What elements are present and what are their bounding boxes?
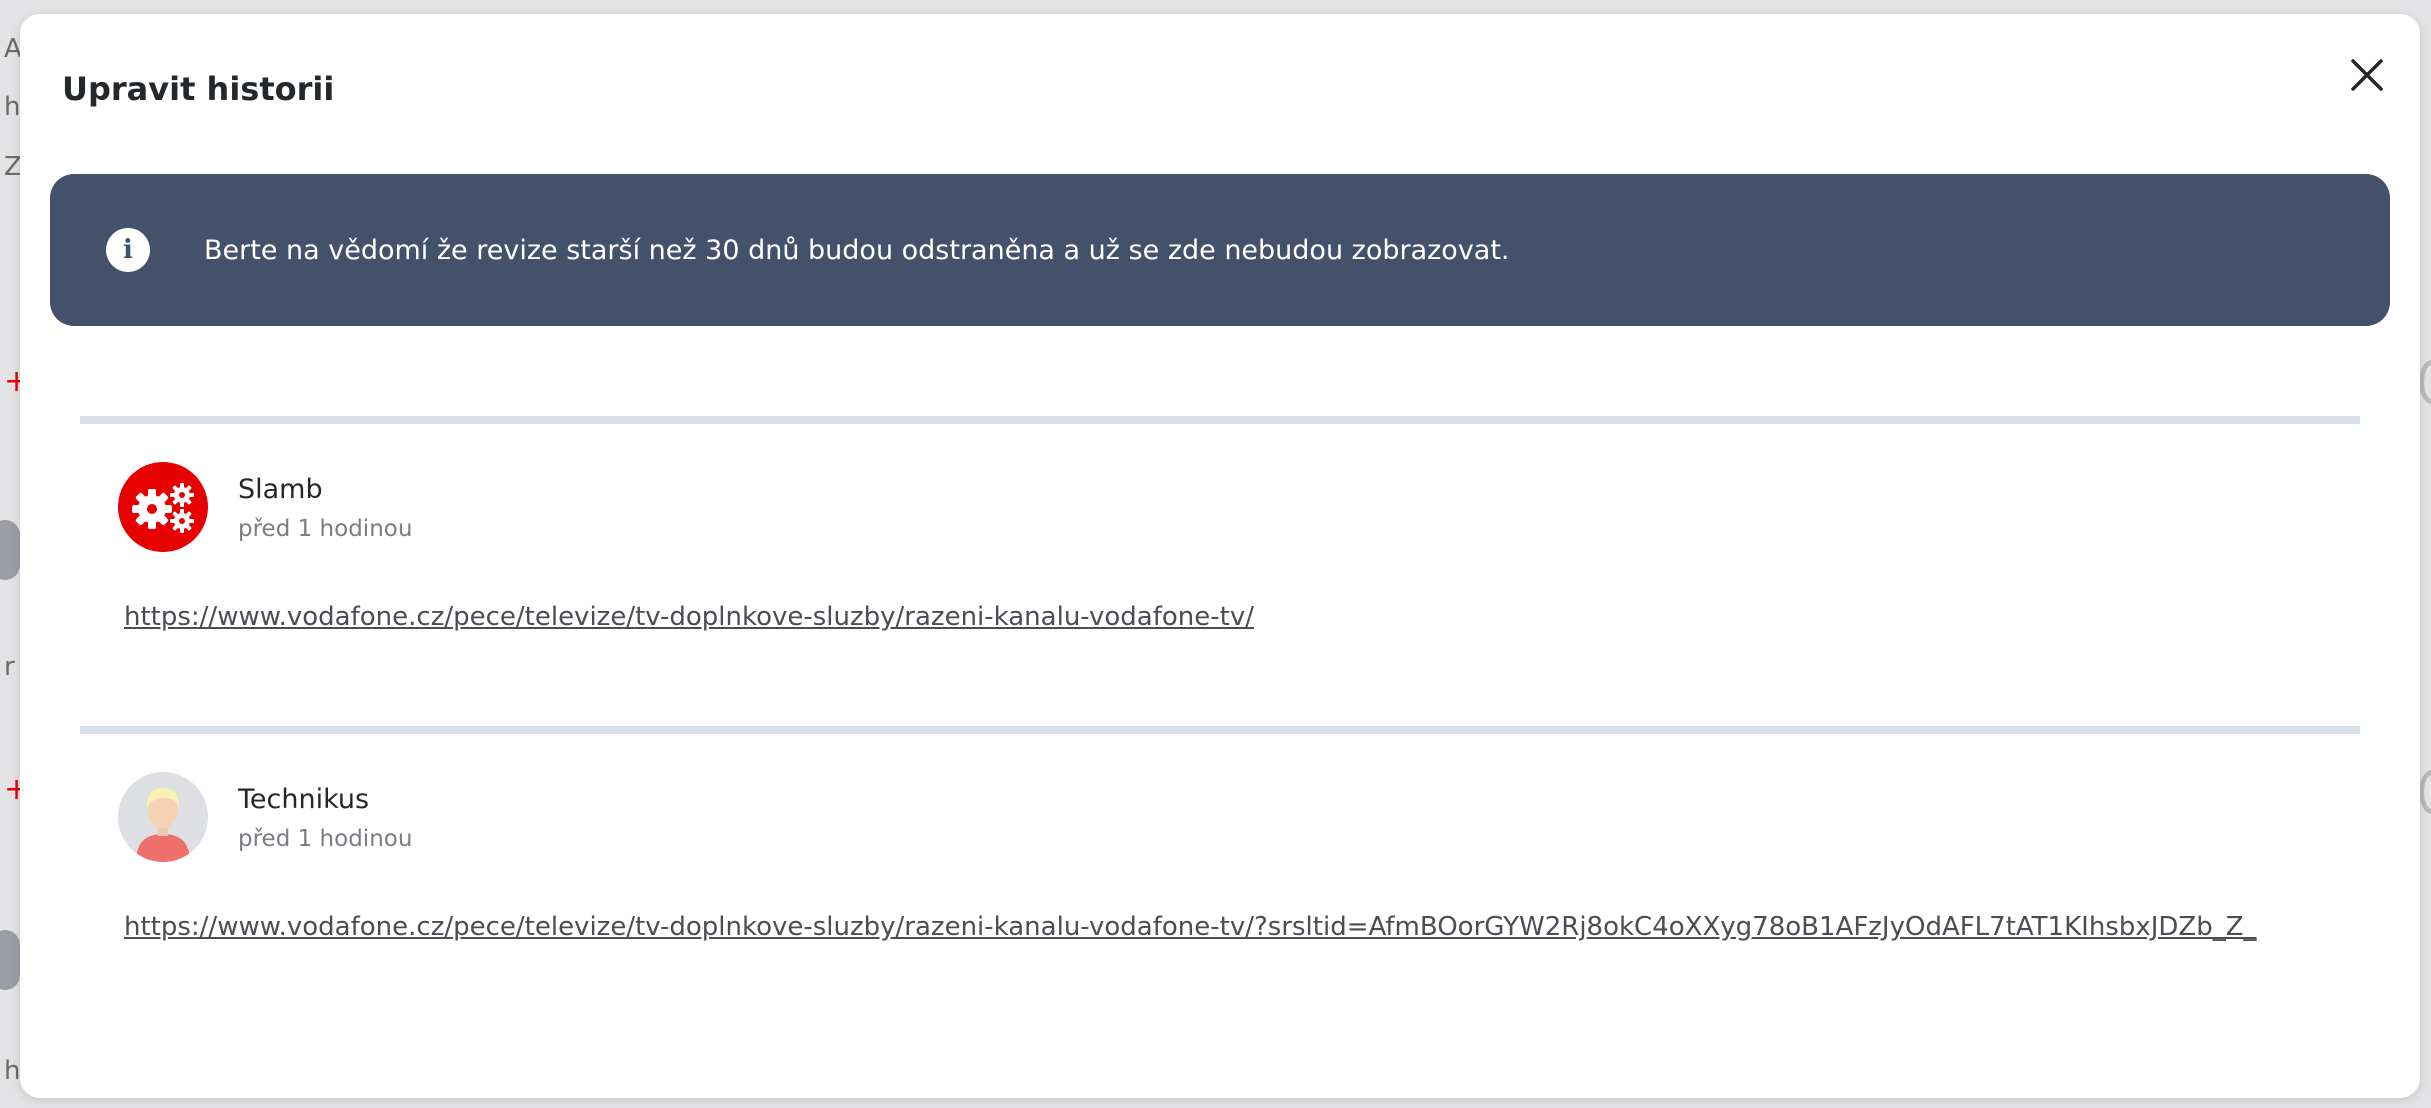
close-button[interactable]	[2344, 52, 2390, 98]
gears-avatar-icon	[118, 462, 208, 552]
history-entry: Slamb před 1 hodinou https://www.vodafon…	[80, 416, 2360, 726]
entry-timestamp: před 1 hodinou	[238, 826, 413, 852]
entry-link[interactable]: https://www.vodafone.cz/pece/televize/tv…	[124, 602, 1254, 632]
entry-link[interactable]: https://www.vodafone.cz/pece/televize/tv…	[124, 912, 2257, 942]
info-banner-text: Berte na vědomí že revize starší než 30 …	[204, 234, 1510, 266]
user-avatar-icon	[118, 772, 208, 862]
entry-author: Slamb	[238, 474, 323, 505]
info-icon: i	[106, 228, 150, 272]
background-avatar	[0, 520, 20, 580]
background-avatar	[0, 930, 20, 990]
background-text: r	[4, 652, 15, 682]
gears-icon	[132, 483, 194, 533]
info-banner: i Berte na vědomí že revize starší než 3…	[50, 174, 2390, 326]
entry-author: Technikus	[238, 784, 370, 815]
background-text: h	[4, 92, 21, 122]
background-ring-icon	[2419, 360, 2431, 404]
history-modal: Upravit historii i Berte na vědomí že re…	[20, 14, 2420, 1098]
entry-timestamp: před 1 hodinou	[238, 516, 413, 542]
background-right-strip	[2419, 0, 2431, 1108]
background-text: h	[4, 1056, 21, 1086]
modal-title: Upravit historii	[62, 70, 335, 108]
background-ring-icon	[2419, 770, 2431, 814]
person-icon	[118, 772, 208, 862]
background-left-strip: A h Z + r + h	[0, 0, 22, 1108]
history-entry: Technikus před 1 hodinou https://www.vod…	[80, 726, 2360, 1026]
close-icon	[2351, 59, 2383, 91]
